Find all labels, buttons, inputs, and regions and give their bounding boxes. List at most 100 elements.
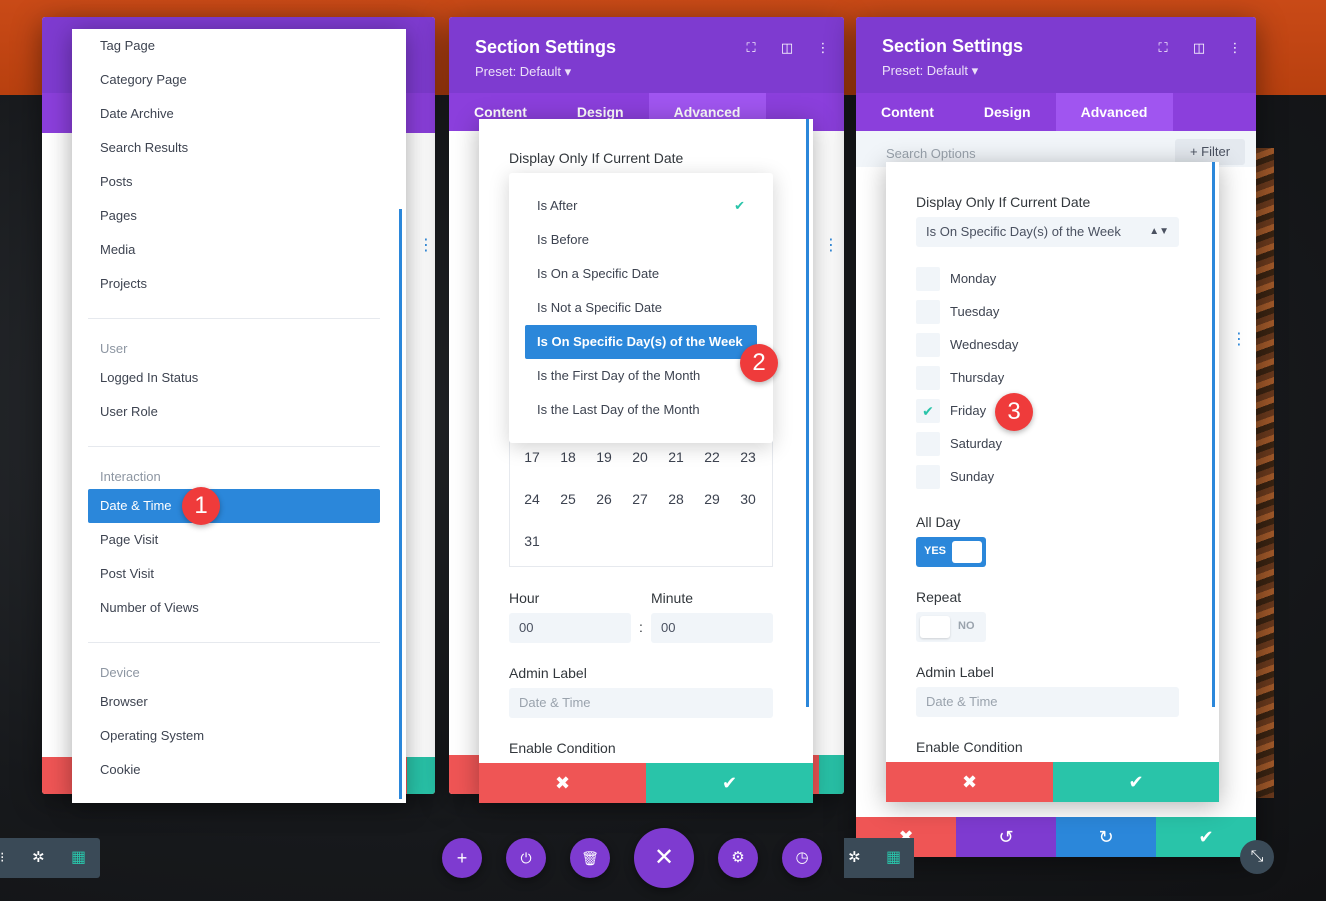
field-label: Display Only If Current Date bbox=[509, 150, 684, 166]
tab-content[interactable]: Content bbox=[856, 93, 959, 131]
panel-title: Section Settings bbox=[475, 37, 617, 57]
menu-item-logged-in-status[interactable]: Logged In Status bbox=[88, 361, 380, 395]
close-icon: ✖ bbox=[961, 772, 978, 792]
condition-select[interactable]: Is On Specific Day(s) of the Week ▲▼ bbox=[916, 217, 1179, 247]
option-first-day-month[interactable]: Is the First Day of the Month bbox=[525, 359, 757, 393]
search-options-input[interactable]: Search Options bbox=[886, 146, 976, 161]
menu-item-category-page[interactable]: Category Page bbox=[88, 63, 380, 97]
menu-group-interaction: Interaction bbox=[100, 469, 161, 484]
trash-icon: 🗑 bbox=[581, 850, 599, 866]
minute-label: Minute bbox=[651, 590, 694, 606]
cancel-button[interactable]: ✖ bbox=[479, 763, 646, 803]
menu-item-cookie[interactable]: Cookie bbox=[88, 753, 380, 787]
redo-button[interactable]: ↻ bbox=[1056, 817, 1156, 857]
option-not-specific-date[interactable]: Is Not a Specific Date bbox=[525, 291, 757, 325]
minute-input[interactable]: 00 bbox=[651, 613, 773, 643]
condition-type-menu: Tag Page Category Page Date Archive Sear… bbox=[72, 29, 406, 803]
menu-item-user-role[interactable]: User Role bbox=[88, 395, 380, 429]
checkbox[interactable] bbox=[916, 465, 940, 489]
gear-icon: ⚙ bbox=[731, 849, 745, 866]
menu-item-post-visit[interactable]: Post Visit bbox=[88, 557, 380, 591]
click-mode-icon[interactable]: ✲ bbox=[32, 848, 45, 866]
tab-advanced[interactable]: Advanced bbox=[1055, 93, 1173, 131]
option-is-after[interactable]: Is After ✔ bbox=[525, 189, 757, 223]
resize-icon[interactable]: ⤡ bbox=[1240, 840, 1274, 874]
menu-item-page-visit[interactable]: Page Visit bbox=[88, 523, 380, 557]
delete-button[interactable]: 🗑 bbox=[570, 838, 610, 878]
grid-icon[interactable]: ▦ bbox=[71, 847, 86, 867]
more-options-icon[interactable]: ⋮ bbox=[823, 235, 839, 255]
confirm-button[interactable]: ✔ bbox=[646, 763, 813, 803]
modal-scrollbar[interactable] bbox=[1212, 162, 1215, 707]
fullscreen-icon[interactable]: ⛶ bbox=[1156, 40, 1170, 55]
left-toolbar: ⁝ ✲ ▦ bbox=[0, 838, 100, 878]
menu-item-tag-page[interactable]: Tag Page bbox=[88, 29, 380, 63]
click-mode-icon[interactable]: ✲ bbox=[848, 848, 861, 866]
checkbox[interactable] bbox=[916, 333, 940, 357]
admin-label-input[interactable]: Date & Time bbox=[509, 688, 773, 718]
option-is-before[interactable]: Is Before bbox=[525, 223, 757, 257]
redo-icon: ↻ bbox=[1098, 827, 1114, 847]
menu-item-browser[interactable]: Browser bbox=[88, 685, 380, 719]
menu-item-search-results[interactable]: Search Results bbox=[88, 131, 380, 165]
grid-icon[interactable]: ▦ bbox=[886, 847, 901, 867]
hour-input[interactable]: 00 bbox=[509, 613, 631, 643]
all-day-toggle[interactable]: YES bbox=[916, 537, 986, 567]
checkbox[interactable] bbox=[916, 300, 940, 324]
checkbox[interactable] bbox=[916, 267, 940, 291]
add-button[interactable]: + bbox=[442, 838, 482, 878]
cancel-button[interactable]: ✖ bbox=[886, 762, 1053, 802]
preset-selector[interactable]: Preset: Default ▾ bbox=[882, 63, 978, 79]
field-label: Display Only If Current Date bbox=[916, 194, 1091, 210]
menu-item-projects[interactable]: Projects bbox=[88, 267, 380, 301]
more-icon[interactable]: ⋮ bbox=[1228, 40, 1242, 55]
modal-scrollbar[interactable] bbox=[806, 119, 809, 707]
menu-item-posts[interactable]: Posts bbox=[88, 165, 380, 199]
more-icon[interactable]: ⋮ bbox=[816, 40, 830, 55]
select-icon[interactable]: ⁝ bbox=[0, 849, 4, 866]
split-view-icon[interactable]: ◫ bbox=[780, 40, 794, 55]
power-button[interactable]: ⏻ bbox=[506, 838, 546, 878]
plus-icon: + bbox=[1189, 144, 1198, 159]
menu-item-date-time[interactable]: Date & Time bbox=[88, 489, 380, 523]
split-view-icon[interactable]: ◫ bbox=[1192, 40, 1206, 55]
select-arrows-icon: ▲▼ bbox=[1149, 226, 1169, 237]
admin-label: Admin Label bbox=[509, 665, 587, 681]
menu-divider bbox=[88, 318, 380, 319]
admin-label: Admin Label bbox=[916, 664, 994, 680]
confirm-button[interactable]: ✔ bbox=[1053, 762, 1219, 802]
close-builder-button[interactable]: ✕ bbox=[634, 828, 694, 888]
toggle-knob bbox=[952, 541, 982, 563]
preset-selector[interactable]: Preset: Default ▾ bbox=[475, 64, 571, 80]
undo-button[interactable]: ↺ bbox=[956, 817, 1056, 857]
menu-scrollbar[interactable] bbox=[399, 209, 402, 799]
tab-design[interactable]: Design bbox=[959, 93, 1056, 131]
fullscreen-icon[interactable]: ⛶ bbox=[744, 40, 758, 55]
option-days-of-week[interactable]: Is On Specific Day(s) of the Week bbox=[525, 325, 757, 359]
menu-item-number-of-views[interactable]: Number of Views bbox=[88, 591, 380, 625]
menu-item-pages[interactable]: Pages bbox=[88, 199, 380, 233]
clock-icon: ◷ bbox=[795, 849, 809, 866]
option-specific-date[interactable]: Is On a Specific Date bbox=[525, 257, 757, 291]
date-condition-dropdown: Is After ✔ Is Before Is On a Specific Dat… bbox=[509, 173, 773, 443]
check-icon: ✔ bbox=[734, 198, 745, 213]
power-icon: ⏻ bbox=[520, 850, 532, 866]
menu-item-media[interactable]: Media bbox=[88, 233, 380, 267]
checkbox[interactable] bbox=[916, 366, 940, 390]
check-icon[interactable]: ✔ bbox=[916, 399, 940, 423]
settings-button[interactable]: ⚙ bbox=[718, 838, 758, 878]
repeat-toggle[interactable]: NO bbox=[916, 612, 986, 642]
panel-title: Section Settings bbox=[882, 36, 1024, 56]
menu-item-date-archive[interactable]: Date Archive bbox=[88, 97, 380, 131]
more-options-icon[interactable]: ⋮ bbox=[418, 235, 434, 255]
more-options-icon[interactable]: ⋮ bbox=[1231, 329, 1247, 349]
menu-item-operating-system[interactable]: Operating System bbox=[88, 719, 380, 753]
checkbox[interactable] bbox=[916, 432, 940, 456]
history-button[interactable]: ◷ bbox=[782, 838, 822, 878]
admin-label-input[interactable]: Date & Time bbox=[916, 687, 1179, 717]
menu-group-device: Device bbox=[100, 665, 140, 680]
enable-condition-label: Enable Condition bbox=[509, 740, 616, 756]
undo-icon: ↺ bbox=[998, 827, 1014, 847]
menu-group-user: User bbox=[100, 341, 128, 356]
option-last-day-month[interactable]: Is the Last Day of the Month bbox=[525, 393, 757, 427]
